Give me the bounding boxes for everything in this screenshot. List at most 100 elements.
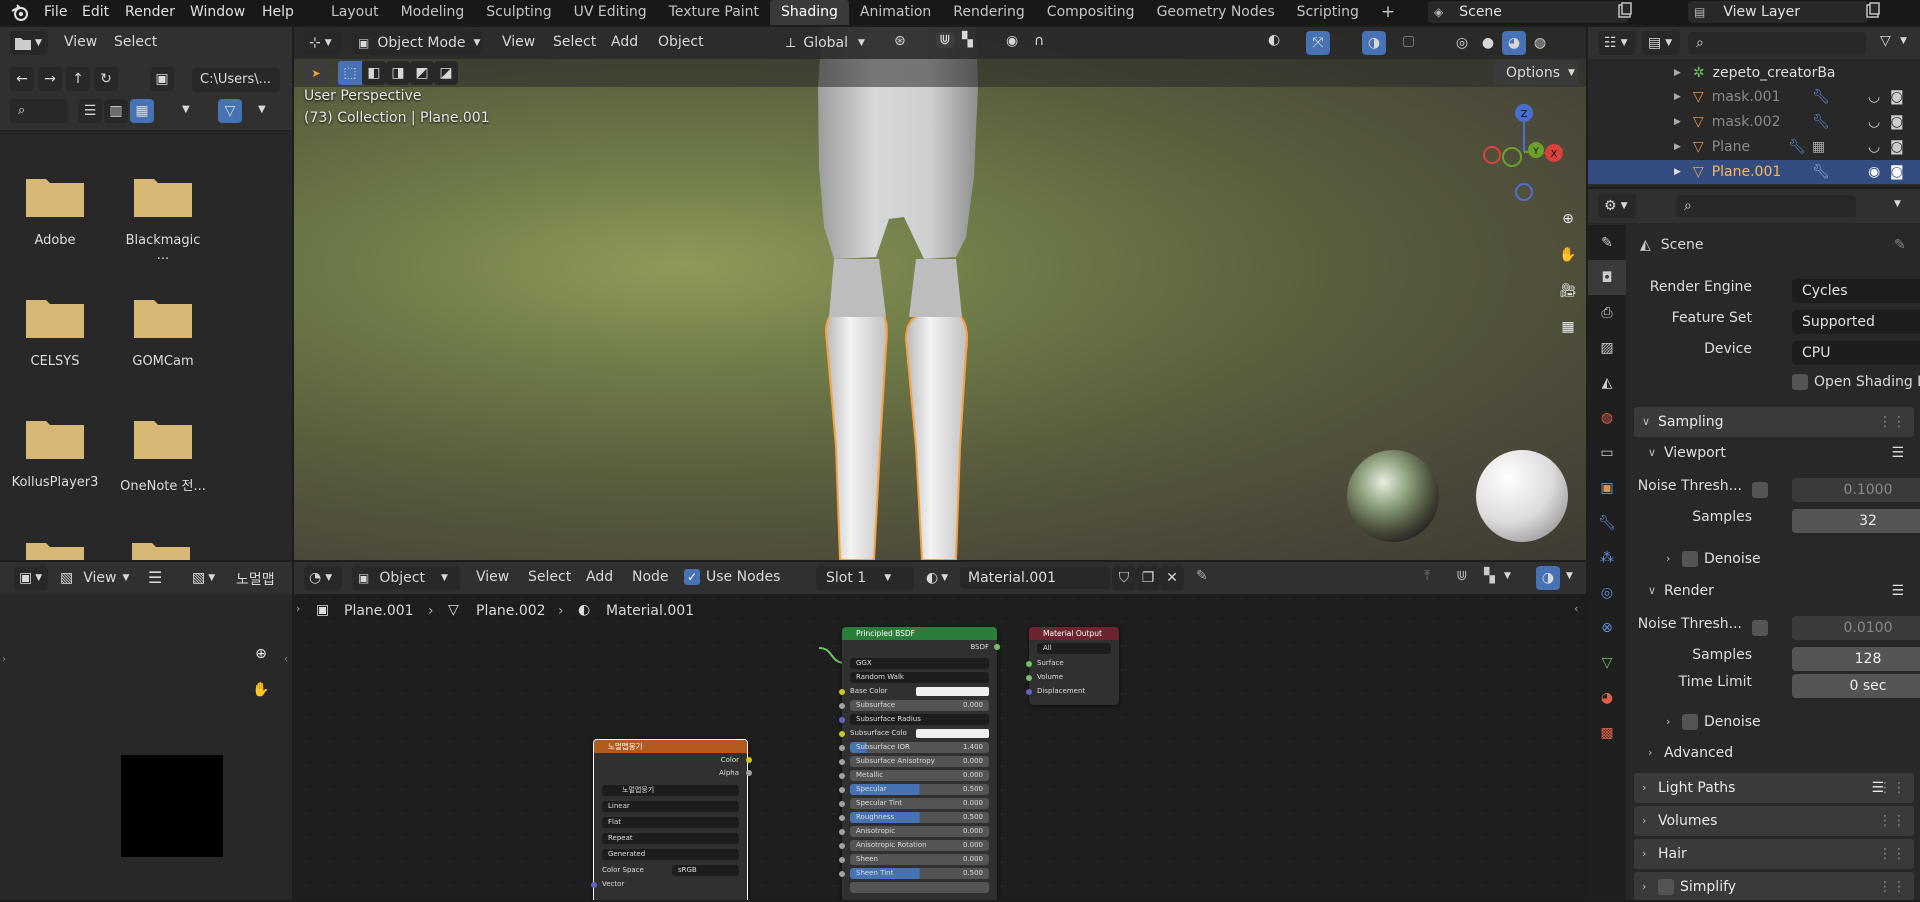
add-workspace-button[interactable]: + <box>1370 0 1406 25</box>
select-intersect-icon[interactable]: ◪ <box>434 61 458 85</box>
subsurface-ior-field[interactable]: Subsurface IOR 1.400 <box>850 742 989 753</box>
parent-directory-icon[interactable]: ↑ <box>66 67 90 91</box>
roughness-field[interactable]: Roughness 0.500 <box>850 812 989 823</box>
overlays-icon[interactable]: ◑ <box>1362 31 1386 55</box>
simplify-checkbox[interactable] <box>1658 879 1674 895</box>
select-tool-icon[interactable]: ➤ <box>304 61 328 85</box>
drag-handle-icon[interactable]: ⋮⋮ <box>1878 872 1906 902</box>
distribution-dropdown[interactable]: GGX <box>850 658 989 669</box>
search-input[interactable]: ⌕ <box>10 99 68 123</box>
fb-menu-select[interactable]: Select <box>114 34 157 50</box>
select-invert-icon[interactable]: ◩ <box>410 61 434 85</box>
gizmo-toggle-icon[interactable]: ⤧ <box>1306 31 1330 55</box>
subsurface-field[interactable]: Subsurface 0.000 <box>850 700 989 711</box>
display-mode-button[interactable]: ▤ ▼ <box>1642 31 1680 55</box>
menu-help[interactable]: Help <box>262 0 294 25</box>
modifier-wrench-icon[interactable]: 🔧︎ <box>1812 164 1830 180</box>
folder-partial[interactable] <box>26 537 84 560</box>
subsurface-radius-dropdown[interactable]: Subsurface Radius <box>850 714 989 725</box>
sidebar-toggle-icon[interactable]: › <box>2 654 6 665</box>
tool-tab-icon[interactable]: ✎ <box>1588 225 1626 260</box>
sheen-field[interactable]: Sheen 0.000 <box>850 854 989 865</box>
input-socket[interactable] <box>839 689 845 695</box>
shader-editor-area[interactable]: ◔ ▼ ▣ Object ▼ View Select Add Node ✓ Use No… <box>294 562 1586 900</box>
hidden-eye-icon[interactable]: ◡ <box>1868 89 1880 105</box>
input-socket[interactable] <box>839 703 845 709</box>
visibility-icon[interactable]: ◐ <box>1268 32 1280 48</box>
rendered-shading-icon[interactable]: ◍ <box>1528 31 1552 55</box>
select-extend-icon[interactable]: ◧ <box>362 61 386 85</box>
filter-icon[interactable]: ▽ <box>218 99 242 123</box>
image-selector[interactable]: 노멀맵뭉기 <box>602 785 739 796</box>
time-limit-field[interactable]: 0 sec <box>1792 674 1920 698</box>
visible-eye-icon[interactable]: ◉ <box>1868 164 1880 180</box>
expand-arrow-icon[interactable]: ▶ <box>1674 142 1681 152</box>
source-dropdown[interactable]: Generated <box>602 849 739 860</box>
node-header[interactable]: Material Output <box>1029 627 1119 640</box>
modifier-wrench-icon[interactable]: 🔧︎ <box>1812 114 1830 130</box>
vertical-list-icon[interactable]: ☰ <box>78 99 102 123</box>
collection-tab-icon[interactable]: ▭ <box>1588 435 1626 470</box>
material-output-node[interactable]: Material Output All Surface Volume Displ… <box>1026 627 1119 705</box>
input-socket[interactable] <box>839 787 845 793</box>
image-texture-node[interactable]: 노멀맵뭉기 Color Alpha 노멀맵뭉기 Linear Flat Repe… <box>591 739 752 900</box>
menu-render[interactable]: Render <box>125 0 175 25</box>
menu-window[interactable]: Window <box>190 0 245 25</box>
mesh-data-icon[interactable]: ▦ <box>1812 139 1825 155</box>
fb-menu-view[interactable]: View <box>64 34 97 50</box>
volume-input-socket[interactable] <box>1026 675 1032 681</box>
render-camera-icon[interactable]: ◙ <box>1890 89 1904 105</box>
image-name-field[interactable]: 노멀맵 <box>236 569 292 589</box>
tab-sculpting[interactable]: Sculpting <box>475 0 562 25</box>
target-dropdown[interactable]: All <box>1037 643 1111 654</box>
input-socket[interactable] <box>839 857 845 863</box>
clearcoat-field-partial[interactable] <box>850 882 989 893</box>
osl-checkbox[interactable]: Open Shading Lang... <box>1792 374 1920 390</box>
list-icon[interactable]: ☰ <box>1891 577 1904 605</box>
chevron-down-icon[interactable]: ▼ <box>1894 199 1901 209</box>
3d-viewport[interactable]: ⊹ ▼ ▣ Object Mode ▼ View Select Add Objec… <box>294 27 1586 560</box>
surface-input-socket[interactable] <box>1026 661 1032 667</box>
new-folder-icon[interactable]: ▣ <box>150 67 174 91</box>
viewport-subpanel-header[interactable]: ∨ Viewport ☰ <box>1640 439 1912 467</box>
menu-hamburger-icon[interactable]: ☰ <box>148 568 162 587</box>
tab-rendering[interactable]: Rendering <box>942 0 1036 25</box>
texture-tab-icon[interactable]: ▩ <box>1588 715 1626 750</box>
extension-dropdown[interactable]: Repeat <box>602 833 739 844</box>
modifier-wrench-icon[interactable]: 🔧︎ <box>1788 139 1806 155</box>
new-scene-icon[interactable] <box>1616 1 1634 21</box>
interpolation-dropdown[interactable]: Linear <box>602 801 739 812</box>
folder-celsys[interactable]: CELSYS <box>10 294 100 369</box>
drag-handle-icon[interactable]: ⋮⋮ <box>1878 407 1906 437</box>
view-layer-tab-icon[interactable]: ▨ <box>1588 330 1626 365</box>
editor-type-button[interactable]: ⊹ ▼ <box>304 31 342 55</box>
subsurface-color-swatch[interactable] <box>916 729 989 738</box>
snap-icon[interactable]: ⋓ <box>936 32 954 48</box>
thumbnails-icon[interactable]: ▦ <box>130 99 154 123</box>
expand-arrow-icon[interactable]: ▶ <box>1674 68 1681 78</box>
vp-menu-view[interactable]: View <box>502 34 535 50</box>
particles-tab-icon[interactable]: ⁂ <box>1588 540 1626 575</box>
drag-handle-icon[interactable]: ⋮⋮ <box>1878 806 1906 836</box>
render-camera-icon[interactable]: ◙ <box>1890 164 1904 180</box>
modifier-wrench-icon[interactable]: 🔧︎ <box>1812 89 1830 105</box>
bsdf-output-socket[interactable] <box>994 644 1000 650</box>
alpha-output-socket[interactable] <box>746 770 752 776</box>
editor-type-button[interactable]: ▼ <box>10 31 48 55</box>
feature-set-dropdown[interactable]: Supported▼ <box>1792 310 1920 334</box>
data-tab-icon[interactable]: ▽ <box>1588 645 1626 680</box>
node-header[interactable]: 노멀맵뭉기 <box>594 740 747 753</box>
advanced-subpanel-header[interactable]: › Advanced <box>1640 739 1912 767</box>
tab-compositing[interactable]: Compositing <box>1036 0 1146 25</box>
horizontal-list-icon[interactable]: ▥ <box>104 99 128 123</box>
subsurface-anisotropy-field[interactable]: Subsurface Anisotropy 0.000 <box>850 756 989 767</box>
pivot-icon[interactable]: ⊛ <box>894 33 906 49</box>
menu-edit[interactable]: Edit <box>82 0 109 25</box>
blender-logo-icon[interactable] <box>10 3 30 22</box>
anisotropic-field[interactable]: Anisotropic 0.000 <box>850 826 989 837</box>
expand-arrow-icon[interactable]: ▶ <box>1674 117 1681 127</box>
modifier-tab-icon[interactable]: 🔧︎ <box>1588 505 1626 540</box>
object-tab-icon[interactable]: ▣ <box>1588 470 1626 505</box>
vp-menu-add[interactable]: Add <box>611 34 638 50</box>
input-socket[interactable] <box>839 871 845 877</box>
